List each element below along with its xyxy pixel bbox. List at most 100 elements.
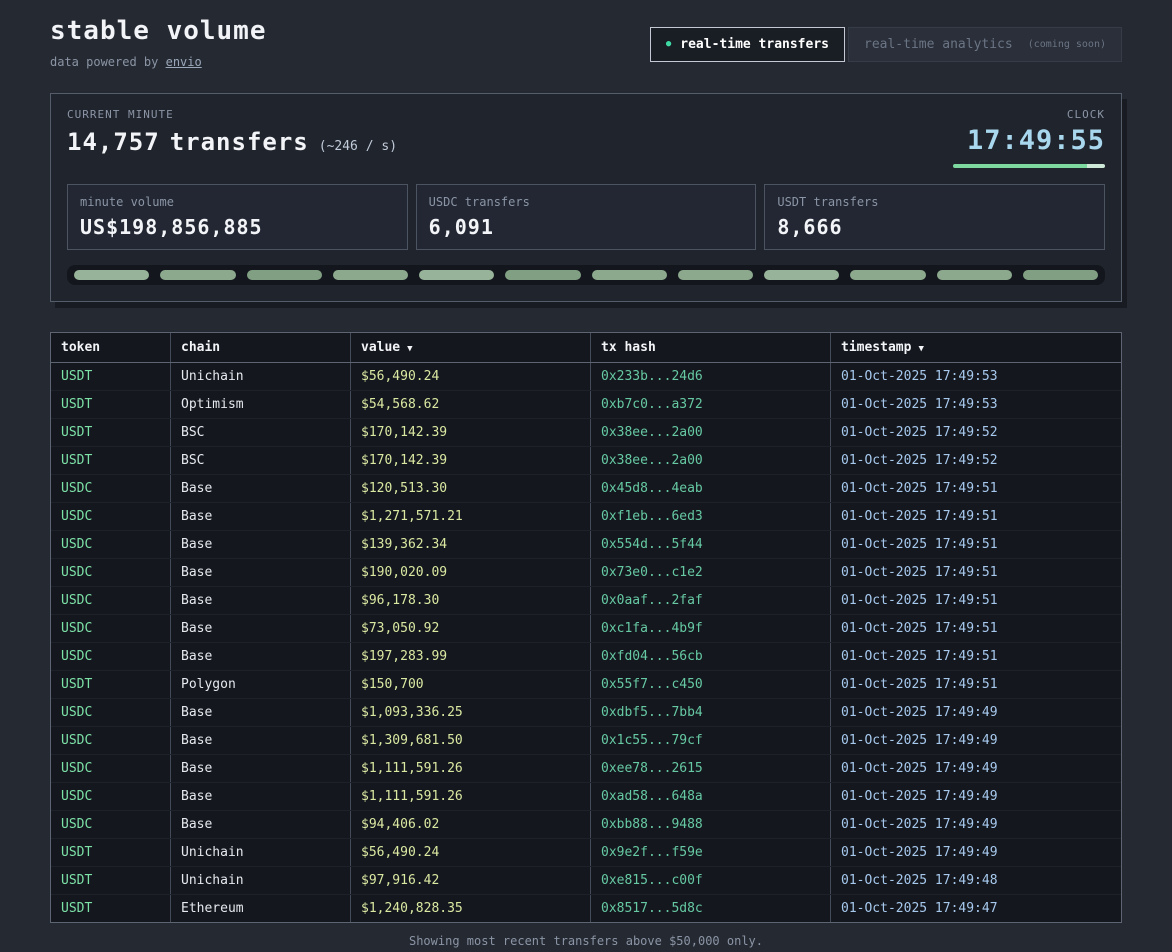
table-row[interactable]: USDC Base $94,406.02 0xbb88...9488 01-Oc… [51,811,1121,839]
progress-segment [247,270,322,280]
table-row[interactable]: USDC Base $1,309,681.50 0x1c55...79cf 01… [51,727,1121,755]
chain-cell: Base [171,643,351,670]
envio-link[interactable]: envio [166,55,202,69]
tx-hash-cell[interactable]: 0x55f7...c450 [591,671,831,698]
current-minute-label: CURRENT MINUTE [67,108,397,121]
chain-cell: Unichain [171,363,351,390]
tx-hash-cell[interactable]: 0x73e0...c1e2 [591,559,831,586]
value-cell: $54,568.62 [351,391,591,418]
table-row[interactable]: USDT Optimism $54,568.62 0xb7c0...a372 0… [51,391,1121,419]
tx-hash-cell[interactable]: 0xf1eb...6ed3 [591,503,831,530]
table-row[interactable]: USDC Base $197,283.99 0xfd04...56cb 01-O… [51,643,1121,671]
value-cell: $1,309,681.50 [351,727,591,754]
tx-hash-cell[interactable]: 0xc1fa...4b9f [591,615,831,642]
timestamp-cell: 01-Oct-2025 17:49:49 [831,755,1121,782]
chain-cell: BSC [171,447,351,474]
chain-cell: BSC [171,419,351,446]
value-cell: $1,271,571.21 [351,503,591,530]
tab-label: real-time analytics [864,37,1013,52]
table-row[interactable]: USDT Unichain $97,916.42 0xe815...c00f 0… [51,867,1121,895]
chain-cell: Base [171,559,351,586]
table-row[interactable]: USDC Base $139,362.34 0x554d...5f44 01-O… [51,531,1121,559]
tx-hash-cell[interactable]: 0x8517...5d8c [591,895,831,922]
stats-top-row: CURRENT MINUTE 14,757 transfers (~246 / … [67,108,1105,168]
tx-hash-cell[interactable]: 0x0aaf...2faf [591,587,831,614]
table-row[interactable]: USDC Base $1,271,571.21 0xf1eb...6ed3 01… [51,503,1121,531]
clock-progress-bar [953,164,1105,168]
clock-block: CLOCK 17:49:55 [953,108,1105,168]
table-row[interactable]: USDT Ethereum $1,240,828.35 0x8517...5d8… [51,895,1121,922]
tab-real-time-transfers[interactable]: ● real-time transfers [650,27,845,62]
column-header-tx-hash[interactable]: tx hash [591,333,831,362]
table-row[interactable]: USDC Base $96,178.30 0x0aaf...2faf 01-Oc… [51,587,1121,615]
stat-cards: minute volume US$198,856,885 USDC transf… [67,184,1105,250]
column-header-value[interactable]: value▼ [351,333,591,362]
token-cell: USDT [51,391,171,418]
token-cell: USDC [51,811,171,838]
timestamp-cell: 01-Oct-2025 17:49:51 [831,643,1121,670]
table-row[interactable]: USDC Base $1,111,591.26 0xad58...648a 01… [51,783,1121,811]
value-cell: $1,240,828.35 [351,895,591,922]
tx-hash-cell[interactable]: 0xbb88...9488 [591,811,831,838]
tx-hash-cell[interactable]: 0xdbf5...7bb4 [591,699,831,726]
chain-cell: Base [171,615,351,642]
table-row[interactable]: USDT BSC $170,142.39 0x38ee...2a00 01-Oc… [51,419,1121,447]
table-row[interactable]: USDT Unichain $56,490.24 0x9e2f...f59e 0… [51,839,1121,867]
stat-card-minute-volume: minute volume US$198,856,885 [67,184,408,250]
tx-hash-cell[interactable]: 0x45d8...4eab [591,475,831,502]
stat-card-usdc-transfers: USDC transfers 6,091 [416,184,757,250]
tx-hash-cell[interactable]: 0x9e2f...f59e [591,839,831,866]
tx-hash-cell[interactable]: 0x38ee...2a00 [591,419,831,446]
timestamp-cell: 01-Oct-2025 17:49:47 [831,895,1121,922]
column-header-chain[interactable]: chain [171,333,351,362]
stat-card-value: 8,666 [777,215,1092,239]
value-cell: $139,362.34 [351,531,591,558]
table-row[interactable]: USDT Unichain $56,490.24 0x233b...24d6 0… [51,363,1121,391]
table-row[interactable]: USDC Base $73,050.92 0xc1fa...4b9f 01-Oc… [51,615,1121,643]
column-header-label: timestamp [841,340,911,355]
tx-hash-cell[interactable]: 0x1c55...79cf [591,727,831,754]
column-header-token[interactable]: token [51,333,171,362]
token-cell: USDC [51,531,171,558]
tx-hash-cell[interactable]: 0xfd04...56cb [591,643,831,670]
page: stable volume data powered by envio ● re… [0,0,1172,952]
powered-by: data powered by envio [50,55,267,69]
sort-desc-icon: ▼ [918,344,923,354]
tx-hash-cell[interactable]: 0xee78...2615 [591,755,831,782]
value-cell: $56,490.24 [351,363,591,390]
tab-real-time-analytics[interactable]: real-time analytics (coming soon) [848,27,1122,62]
chain-cell: Base [171,531,351,558]
tx-hash-cell[interactable]: 0xad58...648a [591,783,831,810]
token-cell: USDC [51,783,171,810]
timestamp-cell: 01-Oct-2025 17:49:51 [831,615,1121,642]
table-row[interactable]: USDC Base $1,111,591.26 0xee78...2615 01… [51,755,1121,783]
timestamp-cell: 01-Oct-2025 17:49:51 [831,587,1121,614]
tx-hash-cell[interactable]: 0x554d...5f44 [591,531,831,558]
stat-card-label: minute volume [80,195,395,209]
column-header-timestamp[interactable]: timestamp ▼ [831,333,1121,362]
tx-hash-cell[interactable]: 0xe815...c00f [591,867,831,894]
chain-cell: Polygon [171,671,351,698]
chain-cell: Unichain [171,867,351,894]
value-cell: $1,111,591.26 [351,783,591,810]
tab-label: real-time transfers [680,37,829,52]
minute-progress-bar [67,265,1105,285]
token-cell: USDT [51,671,171,698]
tx-hash-cell[interactable]: 0x38ee...2a00 [591,447,831,474]
stat-card-usdt-transfers: USDT transfers 8,666 [764,184,1105,250]
chain-cell: Optimism [171,391,351,418]
table-row[interactable]: USDC Base $120,513.30 0x45d8...4eab 01-O… [51,475,1121,503]
tx-hash-cell[interactable]: 0x233b...24d6 [591,363,831,390]
table-row[interactable]: USDT BSC $170,142.39 0x38ee...2a00 01-Oc… [51,447,1121,475]
footer-note: Showing most recent transfers above $50,… [409,934,763,948]
value-cell: $170,142.39 [351,447,591,474]
table-row[interactable]: USDC Base $190,020.09 0x73e0...c1e2 01-O… [51,559,1121,587]
chain-cell: Base [171,699,351,726]
tx-hash-cell[interactable]: 0xb7c0...a372 [591,391,831,418]
table-row[interactable]: USDT Polygon $150,700 0x55f7...c450 01-O… [51,671,1121,699]
token-cell: USDT [51,447,171,474]
value-cell: $197,283.99 [351,643,591,670]
token-cell: USDC [51,503,171,530]
table-row[interactable]: USDC Base $1,093,336.25 0xdbf5...7bb4 01… [51,699,1121,727]
timestamp-cell: 01-Oct-2025 17:49:51 [831,503,1121,530]
